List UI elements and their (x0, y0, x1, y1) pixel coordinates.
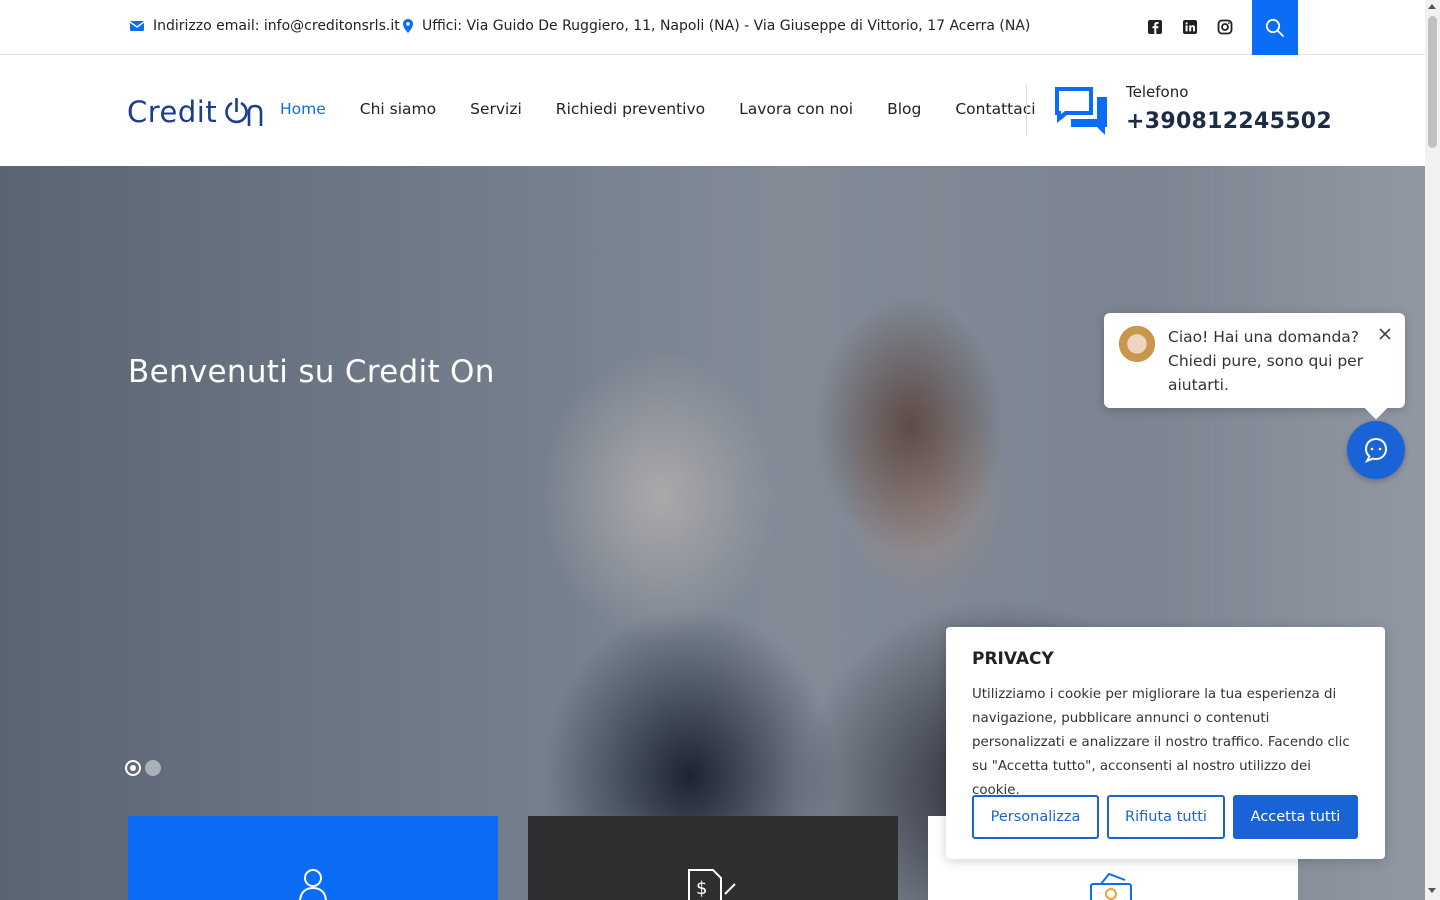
search-button[interactable] (1252, 0, 1298, 55)
instagram-icon[interactable] (1216, 18, 1234, 36)
nav-servizi[interactable]: Servizi (470, 100, 522, 118)
main-header: Credit Home Chi siamo Servizi Richiedi p… (0, 55, 1425, 166)
chat-message: Ciao! Hai una domanda? Chiedi pure, sono… (1168, 328, 1364, 394)
scrollbar-thumb[interactable] (1428, 16, 1437, 148)
dollar-document-icon: $ (688, 869, 736, 900)
power-icon (225, 98, 263, 126)
main-nav: Home Chi siamo Servizi Richiedi preventi… (280, 100, 1070, 118)
money-icon (1090, 872, 1132, 900)
address-text: Uffici: Via Guido De Ruggiero, 11, Napol… (422, 18, 1031, 34)
email-text: Indirizzo email: info@creditonsrls.it (153, 18, 400, 34)
nav-richiedi-preventivo[interactable]: Richiedi preventivo (556, 100, 705, 118)
map-pin-icon (403, 19, 413, 33)
service-card-payments[interactable]: $ (528, 816, 898, 900)
top-bar: Indirizzo email: info@creditonsrls.it Uf… (0, 0, 1425, 55)
social-links (1146, 18, 1234, 36)
scroll-down-arrow[interactable] (1428, 888, 1436, 893)
nav-lavora-con-noi[interactable]: Lavora con noi (739, 100, 853, 118)
chat-popup: Ciao! Hai una domanda? Chiedi pure, sono… (1104, 313, 1405, 408)
address-info: Uffici: Via Guido De Ruggiero, 11, Napol… (403, 18, 1030, 34)
slider-dot-2[interactable] (145, 760, 161, 776)
nav-home[interactable]: Home (280, 100, 326, 118)
nav-chi-siamo[interactable]: Chi siamo (360, 100, 436, 118)
phone-label: Telefono (1126, 83, 1189, 101)
chat-icon (1364, 437, 1388, 463)
linkedin-icon[interactable] (1181, 18, 1199, 36)
hero-title: Benvenuti su Credit On (128, 354, 495, 390)
svg-text:$: $ (696, 878, 707, 899)
email-info[interactable]: Indirizzo email: info@creditonsrls.it (130, 18, 400, 34)
search-icon (1265, 18, 1284, 37)
customize-button[interactable]: Personalizza (972, 795, 1099, 839)
chat-bubbles-icon (1055, 87, 1107, 135)
nav-blog[interactable]: Blog (887, 100, 921, 118)
privacy-text: Utilizziamo i cookie per migliorare la t… (972, 687, 1350, 798)
slider-dot-1[interactable] (125, 760, 141, 776)
header-divider (1026, 84, 1027, 136)
scroll-up-arrow[interactable] (1428, 4, 1436, 9)
logo[interactable]: Credit (127, 95, 265, 129)
reject-all-button[interactable]: Rifiuta tutti (1107, 795, 1225, 839)
facebook-icon[interactable] (1146, 18, 1164, 36)
chat-launcher-button[interactable] (1347, 421, 1405, 479)
accept-all-button[interactable]: Accetta tutti (1233, 795, 1358, 839)
agent-avatar (1118, 325, 1156, 367)
person-icon (299, 869, 327, 900)
close-icon[interactable] (1378, 327, 1392, 341)
service-card-consulting[interactable] (128, 816, 498, 900)
nav-contattaci[interactable]: Contattaci (955, 100, 1035, 118)
page-scrollbar[interactable] (1425, 0, 1440, 900)
privacy-title: PRIVACY (972, 649, 1054, 669)
slider-dots (125, 760, 161, 776)
envelope-icon (130, 21, 144, 31)
cookie-banner: PRIVACY Utilizziamo i cookie per miglior… (946, 627, 1385, 859)
logo-text: Credit (127, 95, 218, 129)
phone-number[interactable]: +390812245502 (1126, 109, 1332, 134)
